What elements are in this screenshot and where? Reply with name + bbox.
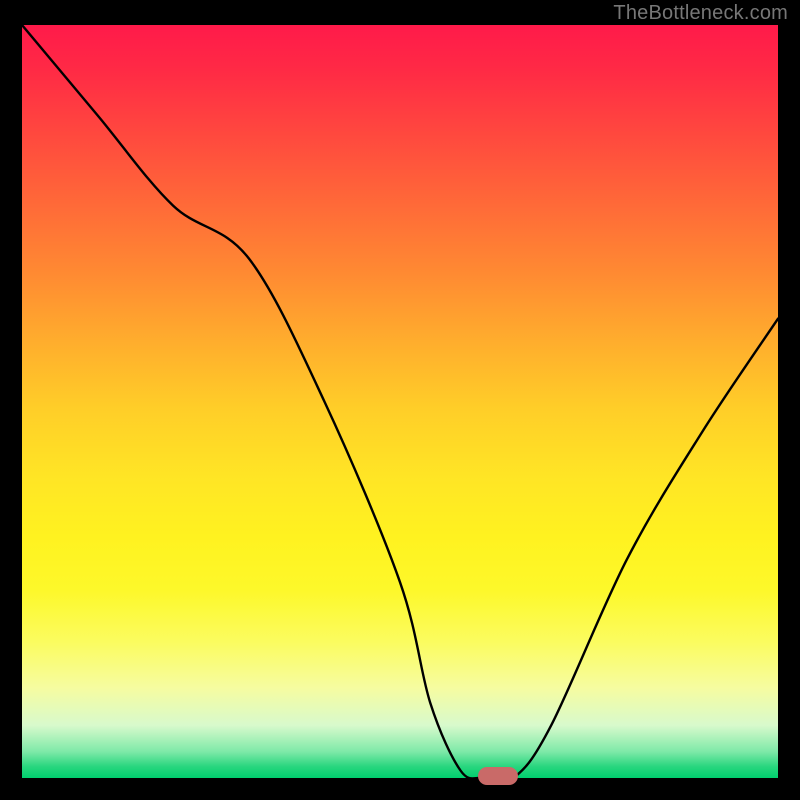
plot-area (22, 25, 778, 778)
optimal-marker (478, 767, 518, 784)
attribution-text: TheBottleneck.com (613, 2, 788, 25)
bottleneck-curve-path (22, 25, 778, 778)
chart-svg (22, 25, 778, 778)
